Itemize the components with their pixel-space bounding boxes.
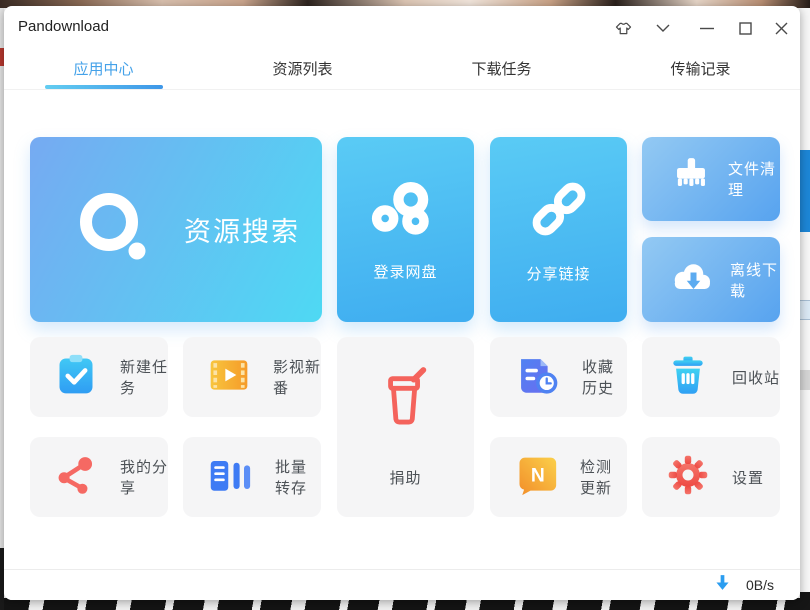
app-window: Pandownload 应用中心 资源列表 下载任务 传输记录 — [4, 6, 800, 600]
update-n-icon: N — [514, 453, 558, 502]
skin-icon[interactable] — [614, 19, 632, 37]
tab-label: 资源列表 — [272, 58, 332, 79]
tile-my-shares[interactable]: 我的分享 — [30, 437, 168, 517]
tile-label: 影视新番 — [273, 356, 321, 398]
film-play-icon — [207, 353, 251, 402]
clipboard-check-icon — [54, 353, 98, 402]
share-nodes-icon — [54, 453, 98, 502]
drink-cup-icon — [379, 366, 433, 433]
batch-pages-icon — [207, 454, 253, 501]
tile-label: 设置 — [732, 467, 764, 488]
tab-download-tasks[interactable]: 下载任务 — [402, 48, 601, 89]
chain-link-icon — [526, 176, 592, 247]
tile-recycle-bin[interactable]: 回收站 — [642, 337, 780, 417]
tile-resource-search[interactable]: 资源搜索 — [30, 137, 322, 322]
tab-label: 应用中心 — [73, 58, 133, 79]
svg-text:N: N — [531, 465, 545, 486]
tile-label: 离线下载 — [730, 259, 780, 301]
tile-label: 文件清理 — [728, 158, 780, 200]
status-bar: 0B/s — [4, 569, 800, 600]
tile-label: 新建任务 — [120, 356, 168, 398]
tile-donate[interactable]: 捐助 — [337, 337, 474, 517]
tab-label: 传输记录 — [670, 58, 730, 79]
trash-icon — [666, 353, 710, 402]
tile-label: 批量转存 — [275, 456, 321, 498]
tab-label: 下载任务 — [471, 58, 531, 79]
tab-bar: 应用中心 资源列表 下载任务 传输记录 — [4, 48, 800, 90]
document-clock-icon — [514, 353, 560, 402]
tile-login-netdisk[interactable]: 登录网盘 — [337, 137, 474, 322]
baidu-cloud-icon — [370, 178, 442, 245]
download-arrow-icon — [716, 575, 729, 595]
minimize-icon[interactable] — [698, 19, 716, 37]
tile-label: 登录网盘 — [373, 261, 437, 282]
tile-new-movies[interactable]: 影视新番 — [183, 337, 321, 417]
screen: Pandownload 应用中心 资源列表 下载任务 传输记录 — [0, 0, 810, 610]
close-icon[interactable] — [772, 19, 790, 37]
brush-icon — [668, 154, 714, 205]
cloud-download-icon — [668, 257, 716, 302]
tile-new-task[interactable]: 新建任务 — [30, 337, 168, 417]
maximize-icon[interactable] — [736, 19, 754, 37]
tile-label: 分享链接 — [526, 263, 590, 284]
tile-offline-download[interactable]: 离线下载 — [642, 237, 780, 322]
tab-resource-list[interactable]: 资源列表 — [203, 48, 402, 89]
tile-label: 收藏历史 — [582, 356, 627, 398]
background-window-sliver — [800, 8, 810, 610]
tile-settings[interactable]: 设置 — [642, 437, 780, 517]
collapse-icon[interactable] — [654, 19, 672, 37]
tile-label: 检测更新 — [580, 456, 627, 498]
titlebar: Pandownload — [4, 6, 800, 48]
download-speed: 0B/s — [746, 577, 774, 593]
tile-file-cleanup[interactable]: 文件清理 — [642, 137, 780, 221]
tab-app-center[interactable]: 应用中心 — [4, 48, 203, 89]
tile-label: 捐助 — [389, 467, 421, 488]
tile-label: 资源搜索 — [184, 210, 300, 249]
tile-label: 回收站 — [732, 367, 780, 388]
search-ring-icon — [76, 189, 152, 270]
tile-label: 我的分享 — [120, 456, 168, 498]
window-title: Pandownload — [18, 6, 109, 48]
tile-share-link[interactable]: 分享链接 — [490, 137, 627, 322]
tile-check-update[interactable]: N 检测更新 — [490, 437, 627, 517]
tile-favorites-history[interactable]: 收藏历史 — [490, 337, 627, 417]
tile-batch-transfer[interactable]: 批量转存 — [183, 437, 321, 517]
gear-icon — [666, 453, 710, 502]
tab-transfer-history[interactable]: 传输记录 — [601, 48, 800, 89]
